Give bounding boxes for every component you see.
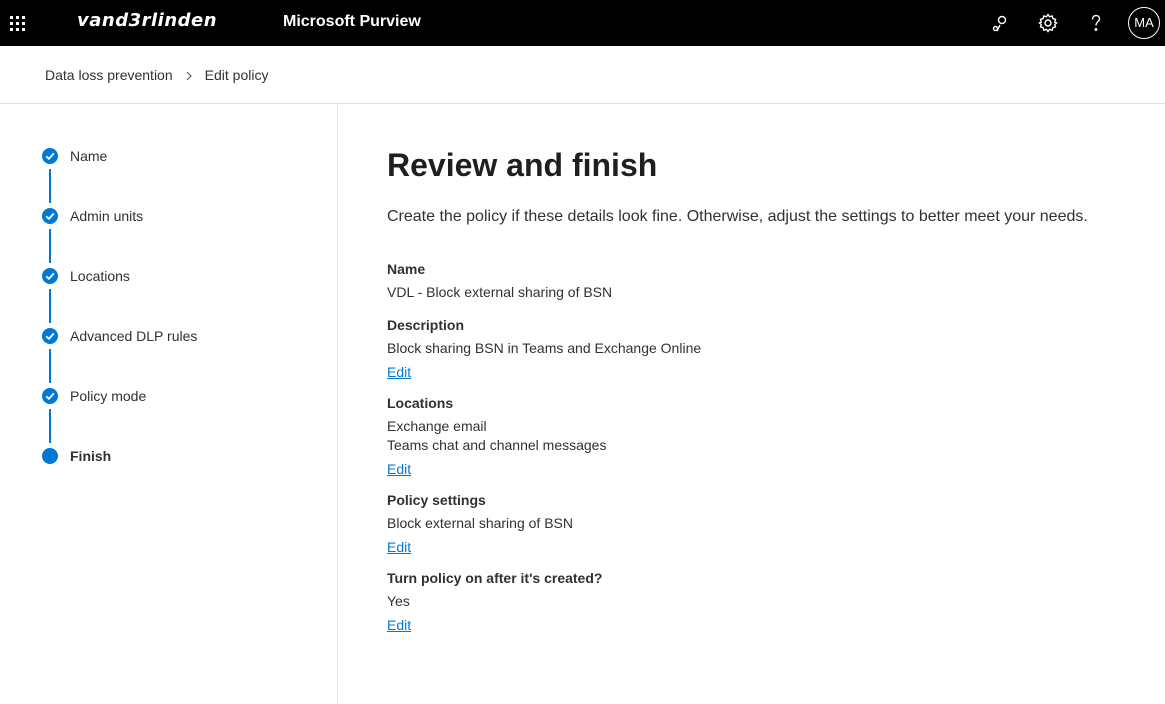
settings-icon[interactable] <box>1036 11 1060 35</box>
section-value: Block sharing BSN in Teams and Exchange … <box>387 340 702 356</box>
edit-locations-link[interactable]: Edit <box>387 460 411 479</box>
current-step-dot-icon <box>42 448 58 464</box>
waffle-icon[interactable] <box>6 11 30 35</box>
section-title: Locations <box>387 395 454 411</box>
step-label: Advanced DLP rules <box>70 328 198 344</box>
section-title: Policy settings <box>387 492 486 508</box>
section-value: Exchange email <box>387 418 487 434</box>
breadcrumb-item-edit-policy: Edit policy <box>204 67 269 83</box>
section-name: Name VDL - Block external sharing of BSN <box>387 259 1147 302</box>
section-value: Teams chat and channel messages <box>387 437 607 453</box>
review-panel: Review and finish Create the policy if t… <box>387 146 1147 635</box>
step-connector <box>49 169 51 203</box>
section-description: Description Block sharing BSN in Teams a… <box>387 315 1147 382</box>
product-name[interactable]: Microsoft Purview <box>283 13 421 31</box>
step-label: Locations <box>70 268 130 284</box>
section-value: Block external sharing of BSN <box>387 515 573 531</box>
step-label: Policy mode <box>70 388 147 404</box>
section-value: VDL - Block external sharing of BSN <box>387 284 613 300</box>
check-icon <box>42 268 58 284</box>
step-policy-mode[interactable]: Policy mode <box>40 386 320 406</box>
section-turn-policy-on: Turn policy on after it's created? Yes E… <box>387 568 1147 635</box>
section-title: Name <box>387 261 426 277</box>
breadcrumb: Data loss prevention Edit policy <box>45 67 268 83</box>
page-description: Create the policy if these details look … <box>387 208 1088 225</box>
check-icon <box>42 208 58 224</box>
section-policy-settings: Policy settings Block external sharing o… <box>387 490 1147 557</box>
top-bar: vand3rlinden Microsoft Purview MA <box>0 0 1165 46</box>
help-icon[interactable] <box>1084 11 1108 35</box>
step-locations[interactable]: Locations <box>40 266 320 286</box>
section-title: Turn policy on after it's created? <box>387 570 603 586</box>
step-finish[interactable]: Finish <box>40 446 320 466</box>
avatar[interactable]: MA <box>1128 7 1160 39</box>
step-connector <box>49 229 51 263</box>
step-label: Finish <box>70 448 112 464</box>
connections-icon[interactable] <box>988 11 1012 35</box>
section-value: Yes <box>387 593 410 609</box>
panel-divider <box>337 104 338 704</box>
step-label: Name <box>70 148 108 164</box>
section-title: Description <box>387 317 465 333</box>
header-divider <box>0 103 1165 104</box>
check-icon <box>42 148 58 164</box>
step-name[interactable]: Name <box>40 146 320 166</box>
section-locations: Locations Exchange email Teams chat and … <box>387 393 1147 479</box>
step-advanced-dlp-rules[interactable]: Advanced DLP rules <box>40 326 320 346</box>
step-label: Admin units <box>70 208 144 224</box>
edit-policy-settings-link[interactable]: Edit <box>387 538 411 557</box>
step-connector <box>49 409 51 443</box>
check-icon <box>42 328 58 344</box>
step-connector <box>49 349 51 383</box>
edit-description-link[interactable]: Edit <box>387 363 411 382</box>
check-icon <box>42 388 58 404</box>
page-title: Review and finish <box>387 147 658 183</box>
breadcrumb-item-dlp[interactable]: Data loss prevention <box>45 67 173 83</box>
brand-logo[interactable]: vand3rlinden <box>77 10 217 31</box>
step-admin-units[interactable]: Admin units <box>40 206 320 226</box>
edit-turn-policy-on-link[interactable]: Edit <box>387 616 411 635</box>
chevron-right-icon <box>183 69 195 81</box>
step-connector <box>49 289 51 323</box>
